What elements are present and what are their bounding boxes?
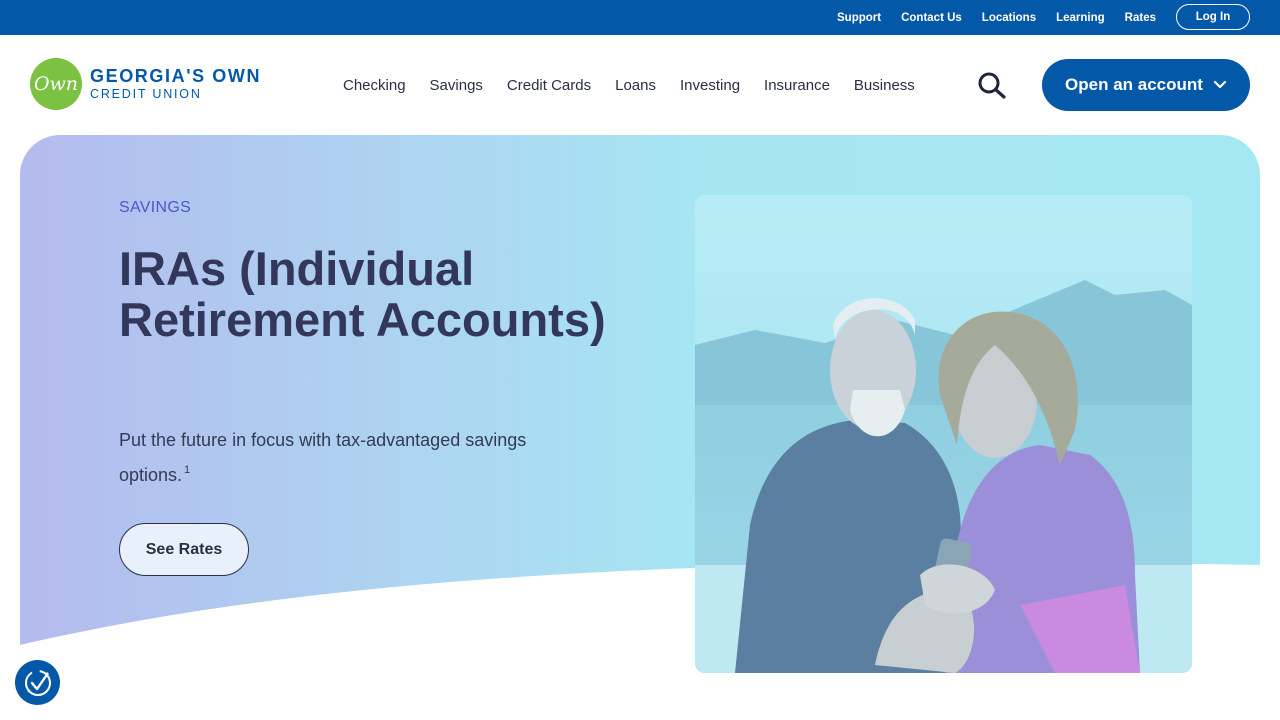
accessibility-icon [24, 669, 51, 696]
logo-wordmark: GEORGIA'S OWN CREDIT UNION [90, 67, 261, 101]
logo-line-1: GEORGIA'S OWN [90, 66, 262, 87]
hero-photo [695, 195, 1192, 673]
see-rates-button[interactable]: See Rates [119, 523, 249, 576]
footnote-marker[interactable]: 1 [184, 464, 190, 476]
main-nav: Checking Savings Credit Cards Loans Inve… [331, 72, 927, 98]
nav-item-investing[interactable]: Investing [680, 77, 740, 94]
open-account-label: Open an account [1065, 75, 1203, 94]
hero-subtitle-text: Put the future in focus with tax-advanta… [119, 430, 527, 485]
nav-item-savings[interactable]: Savings [430, 77, 483, 94]
couple-photo-illustration [695, 195, 1192, 673]
utility-bar: Support Contact Us Locations Learning Ra… [0, 0, 1280, 35]
nav-item-loans[interactable]: Loans [615, 77, 656, 94]
open-account-button[interactable]: Open an account [1042, 59, 1250, 111]
login-button[interactable]: Log In [1176, 4, 1250, 30]
nav-item-insurance[interactable]: Insurance [764, 77, 830, 94]
search-icon [978, 72, 1006, 99]
utility-link-support[interactable]: Support [837, 12, 881, 24]
logo[interactable]: Own GEORGIA'S OWN CREDIT UNION [30, 58, 261, 110]
utility-link-learning[interactable]: Learning [1056, 12, 1105, 24]
utility-link-locations[interactable]: Locations [982, 12, 1036, 24]
logo-line-2: CREDIT UNION [90, 87, 202, 102]
utility-link-contact-us[interactable]: Contact Us [901, 12, 962, 24]
hero-eyebrow: SAVINGS [119, 199, 192, 216]
hero-subtitle: Put the future in focus with tax-advanta… [119, 425, 599, 490]
chevron-down-icon [1213, 80, 1227, 89]
page-title: IRAs (Individual Retirement Accounts) [119, 242, 606, 346]
nav-item-credit-cards[interactable]: Credit Cards [507, 77, 591, 94]
utility-nav: Support Contact Us Locations Learning Ra… [837, 0, 1156, 35]
logo-badge: Own [30, 58, 82, 110]
accessibility-button[interactable] [15, 660, 60, 705]
utility-link-rates[interactable]: Rates [1125, 12, 1156, 24]
search-button[interactable] [974, 70, 1010, 100]
nav-item-checking[interactable]: Checking [343, 77, 406, 94]
nav-item-business[interactable]: Business [854, 77, 915, 94]
